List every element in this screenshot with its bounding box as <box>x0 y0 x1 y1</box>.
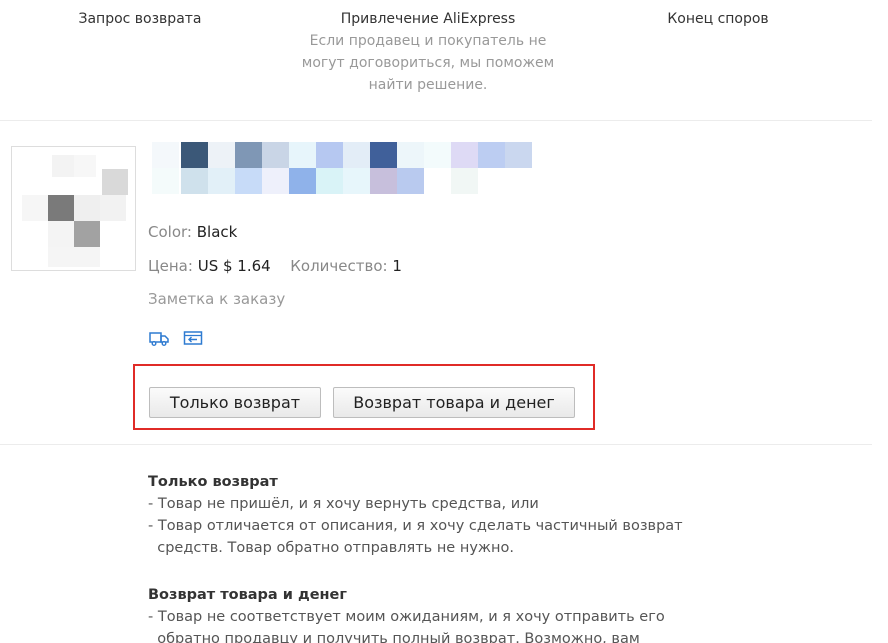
step-description-line: Если продавец и покупатель не <box>309 33 547 49</box>
explanation-line: - Товар не соответствует моим ожиданиям,… <box>148 609 665 625</box>
step-title: Запрос возврата <box>78 11 202 27</box>
explanation-line: - Товар отличается от описания, и я хочу… <box>148 518 683 534</box>
explanation-heading: Только возврат <box>148 474 278 490</box>
price-value: US $ 1.64 <box>197 257 271 275</box>
blur-pixel <box>370 142 397 168</box>
blur-pixel <box>397 168 424 194</box>
blur-pixel <box>316 142 343 168</box>
product-color: Color: Black <box>148 222 237 242</box>
quantity-value: 1 <box>392 257 402 275</box>
blur-pixel <box>505 142 532 168</box>
step-description-line: могут договориться, мы поможем <box>301 55 555 71</box>
blur-pixel <box>48 221 74 247</box>
blur-pixel <box>208 168 235 194</box>
color-value: Black <box>196 223 238 241</box>
blur-pixel <box>181 168 208 194</box>
blur-pixel <box>370 168 397 194</box>
explanation-line: - Товар не пришёл, и я хочу вернуть сред… <box>148 496 539 512</box>
product-thumbnail[interactable] <box>11 146 136 271</box>
blur-pixel <box>74 221 100 247</box>
blur-pixel <box>48 195 74 221</box>
step-title: Конец споров <box>667 11 769 27</box>
section-divider <box>0 120 872 121</box>
explanation-line: обратно продавцу и получить полный возвр… <box>148 631 640 643</box>
blur-pixel <box>52 155 74 177</box>
refund-request-page: Запрос возврата Привлечение AliExpress Е… <box>0 0 888 643</box>
product-status-icons <box>149 327 212 347</box>
blur-pixel <box>74 155 96 177</box>
price-label: Цена: <box>148 257 193 275</box>
return-and-refund-explanation: Возврат товара и денег - Товар не соотве… <box>148 584 748 643</box>
explanation-heading: Возврат товара и денег <box>148 587 347 603</box>
step-description-line: найти решение. <box>368 77 488 93</box>
step-title: Привлечение AliExpress <box>340 11 516 27</box>
step-dispute-end: Конец споров <box>618 9 818 29</box>
blur-pixel <box>424 168 451 194</box>
blur-pixel <box>100 195 126 221</box>
blur-pixel <box>235 168 262 194</box>
step-aliexpress-involvement: Привлечение AliExpress Если продавец и п… <box>278 9 578 96</box>
blur-pixel <box>289 168 316 194</box>
blur-pixel <box>451 168 478 194</box>
order-note[interactable]: Заметка к заказу <box>148 289 285 309</box>
product-title-obscured[interactable] <box>152 142 536 194</box>
shipping-truck-icon[interactable] <box>149 329 169 347</box>
blur-pixel <box>343 142 370 168</box>
blur-pixel <box>102 169 128 195</box>
explanation-line: средств. Товар обратно отправлять не нуж… <box>148 540 514 556</box>
blur-pixel <box>74 195 100 221</box>
blur-pixel <box>152 168 179 194</box>
blur-pixel <box>289 142 316 168</box>
quantity-label: Количество: <box>290 257 388 275</box>
blur-pixel <box>424 142 451 168</box>
blur-pixel <box>478 142 505 168</box>
blur-pixel <box>152 142 179 168</box>
return-and-refund-button[interactable]: Возврат товара и денег <box>333 387 575 418</box>
blur-pixel <box>397 142 424 168</box>
refund-only-explanation: Только возврат - Товар не пришёл, и я хо… <box>148 471 748 559</box>
refund-only-button[interactable]: Только возврат <box>149 387 321 418</box>
dispute-steps: Запрос возврата Привлечение AliExpress Е… <box>0 0 872 121</box>
step-request-refund: Запрос возврата <box>40 9 240 29</box>
blur-pixel <box>208 142 235 168</box>
product-price-qty: Цена: US $ 1.64 Количество: 1 <box>148 256 402 276</box>
blur-pixel <box>451 142 478 168</box>
blur-pixel <box>262 142 289 168</box>
blur-pixel <box>343 168 370 194</box>
section-divider <box>0 444 872 445</box>
step-description: Если продавец и покупатель не могут дого… <box>278 30 578 96</box>
blur-pixel <box>316 168 343 194</box>
blur-pixel <box>22 195 48 221</box>
blur-pixel <box>181 142 208 168</box>
return-box-icon[interactable] <box>183 329 203 347</box>
blur-pixel <box>48 247 100 267</box>
blur-pixel <box>235 142 262 168</box>
blur-pixel <box>262 168 289 194</box>
color-label: Color: <box>148 223 192 241</box>
